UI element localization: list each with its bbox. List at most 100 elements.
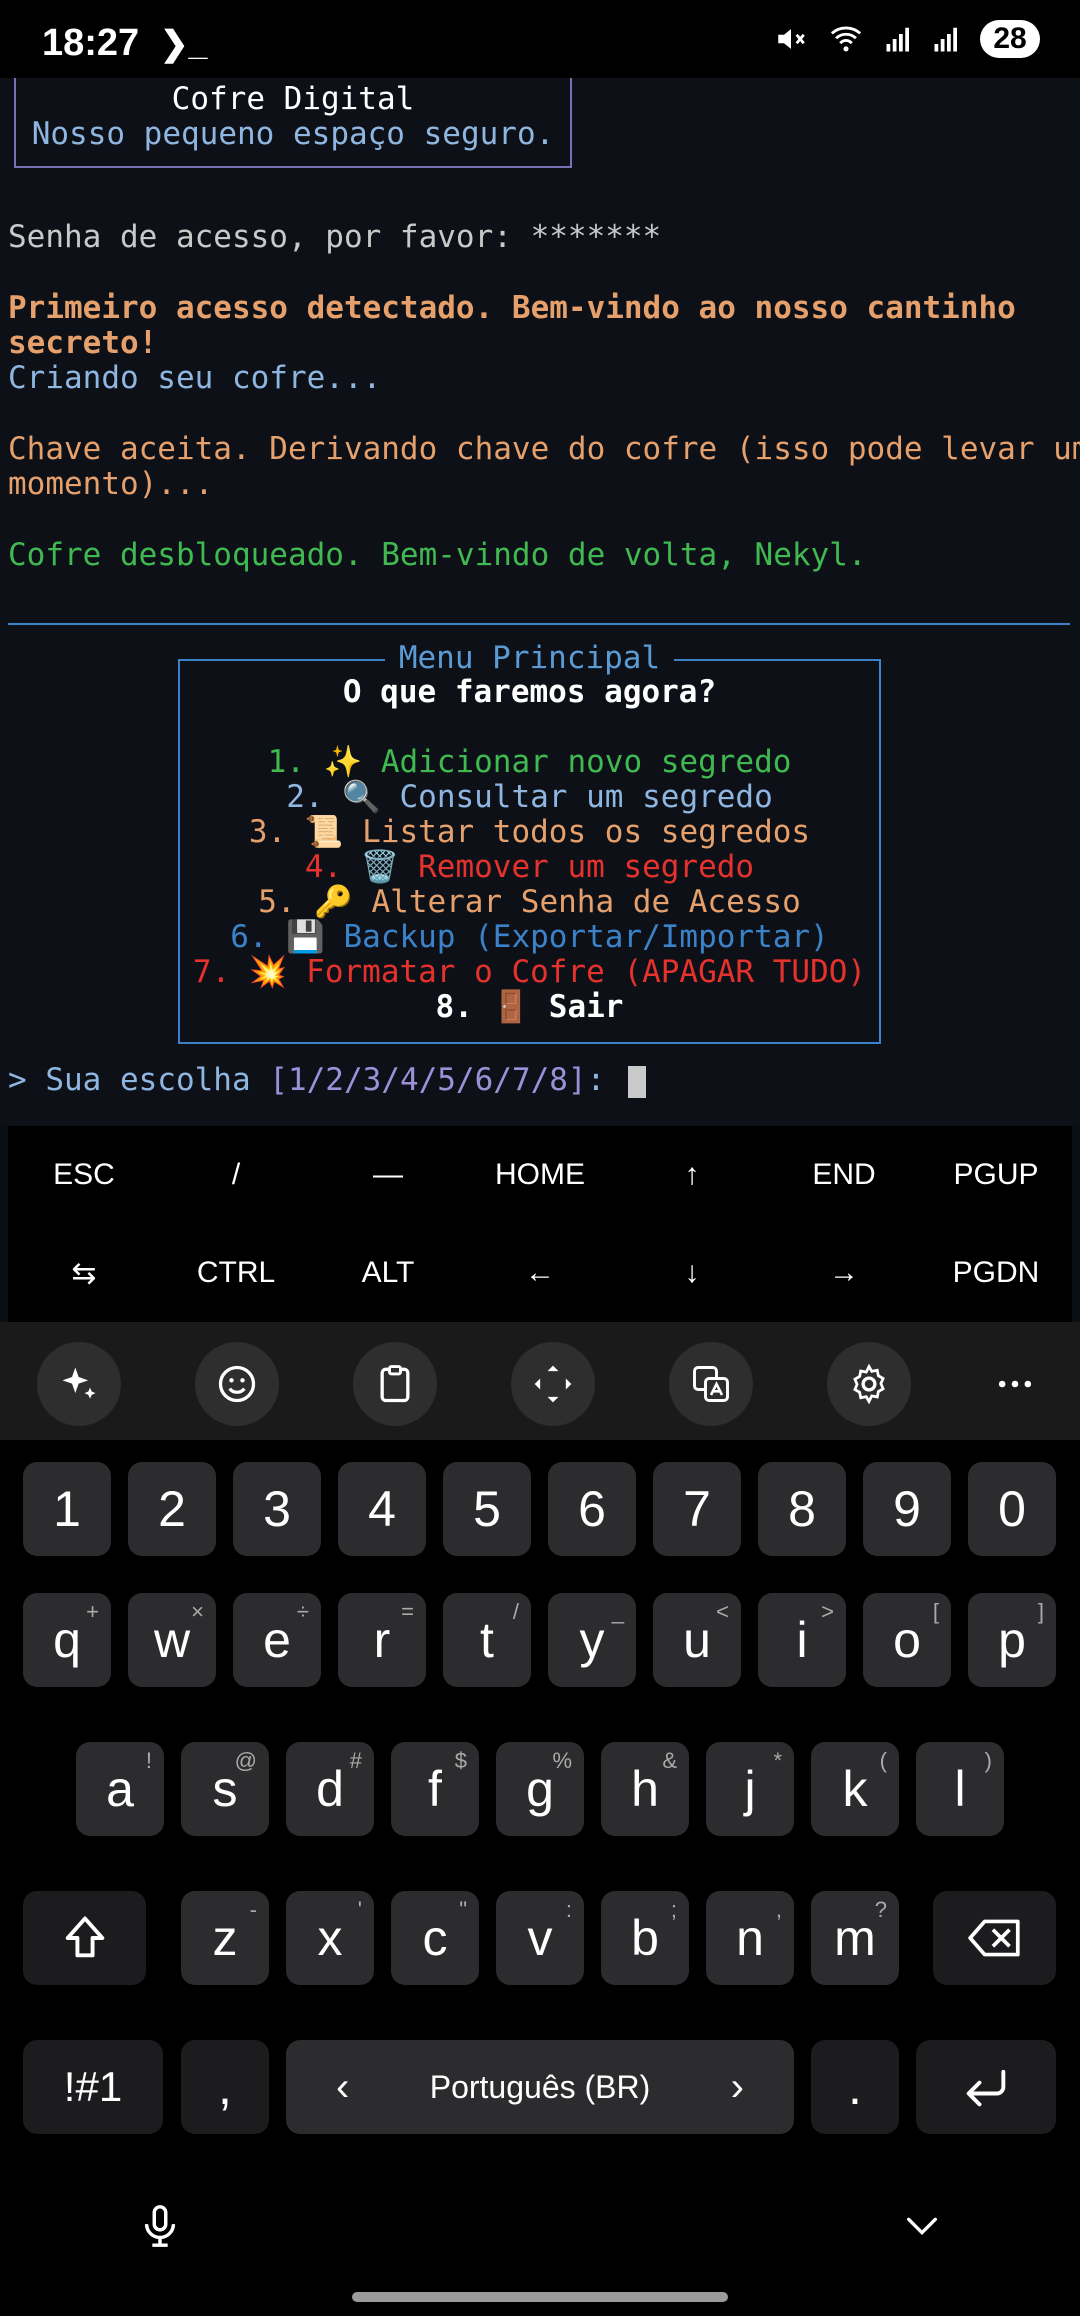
main-menu: Menu Principal O que faremos agora? 1. ✨… <box>178 640 881 1044</box>
key-m[interactable]: m? <box>811 1891 899 1985</box>
space-key[interactable]: ‹ Português (BR) › <box>286 2040 794 2134</box>
space-key-label: Português (BR) <box>429 2068 651 2105</box>
terminal-output[interactable]: Cofre Digital Nosso pequeno espaço segur… <box>0 78 1080 1126</box>
key-1[interactable]: 1 <box>23 1462 111 1556</box>
period-key[interactable]: . <box>811 2040 899 2134</box>
key-i[interactable]: i > <box>758 1593 846 1687</box>
translate-button[interactable] <box>669 1342 753 1426</box>
settings-button[interactable] <box>827 1342 911 1426</box>
home-indicator[interactable] <box>352 2292 728 2302</box>
first-access-line-1: Primeiro acesso detectado. Bem-vindo ao … <box>8 290 1016 326</box>
key-8[interactable]: 8 <box>758 1462 846 1556</box>
key-h[interactable]: h & <box>601 1742 689 1836</box>
key-9[interactable]: 9 <box>863 1462 951 1556</box>
key-tab[interactable]: ⇆ <box>8 1224 160 1322</box>
key-u[interactable]: u < <box>653 1593 741 1687</box>
key-down[interactable]: ↓ <box>616 1224 768 1322</box>
key-e[interactable]: e ÷ <box>233 1593 321 1687</box>
choice-prompt[interactable]: > Sua escolha [1/2/3/4/5/6/7/8]: <box>8 1063 646 1098</box>
key-o[interactable]: o[ <box>863 1593 951 1687</box>
key-alt[interactable]: ALT <box>312 1224 464 1322</box>
keyboard-toolbar <box>0 1322 1080 1440</box>
key-5[interactable]: 5 <box>443 1462 531 1556</box>
battery-indicator: 28 <box>980 20 1040 58</box>
key-accepted-line-2: momento)... <box>8 466 214 502</box>
key-esc[interactable]: ESC <box>8 1126 160 1224</box>
menu-item-remove: 4. 🗑️ Remover um segredo <box>304 849 755 885</box>
menu-subtitle: O que faremos agora? <box>342 674 717 710</box>
key-z[interactable]: z- <box>181 1891 269 1985</box>
key-ctrl[interactable]: CTRL <box>160 1224 312 1322</box>
key-pgup[interactable]: PGUP <box>920 1126 1072 1224</box>
comma-key[interactable]: , <box>181 2040 269 2134</box>
ai-tools-button[interactable] <box>37 1342 121 1426</box>
key-end[interactable]: END <box>768 1126 920 1224</box>
key-l[interactable]: l) <box>916 1742 1004 1836</box>
unlocked-line: Cofre desbloqueado. Bem-vindo de volta, … <box>8 537 867 573</box>
key-v[interactable]: v: <box>496 1891 584 1985</box>
key-q[interactable]: q + <box>23 1593 111 1687</box>
divider <box>8 623 1070 625</box>
key-b[interactable]: b; <box>601 1891 689 1985</box>
key-0[interactable]: 0 <box>968 1462 1056 1556</box>
key-t[interactable]: t / <box>443 1593 531 1687</box>
terminal-app-icon: ❯_ <box>160 25 208 63</box>
signal-icon <box>934 27 957 52</box>
key-d[interactable]: d # <box>286 1742 374 1836</box>
translate-icon <box>693 1366 729 1402</box>
key-x[interactable]: x ' <box>286 1891 374 1985</box>
menu-item-consult: 2. 🔍 Consultar um segredo <box>286 779 773 815</box>
menu-item-backup: 6. 💾 Backup (Exportar/Importar) <box>230 919 829 955</box>
menu-item-format: 7. 💥 Formatar o Cofre (APAGAR TUDO) <box>192 954 867 990</box>
key-c[interactable]: c " <box>391 1891 479 1985</box>
emoji-icon <box>218 1365 256 1403</box>
clipboard-button[interactable] <box>353 1342 437 1426</box>
key-p[interactable]: p] <box>968 1593 1056 1687</box>
sparkle-icon <box>62 1367 96 1399</box>
key-home[interactable]: HOME <box>464 1126 616 1224</box>
emoji-button[interactable] <box>195 1342 279 1426</box>
more-button[interactable] <box>973 1342 1057 1426</box>
enter-key[interactable] <box>916 2040 1056 2134</box>
menu-item-change-password: 5. 🔑 Alterar Senha de Acesso <box>258 884 801 920</box>
key-y[interactable]: y _ <box>548 1593 636 1687</box>
key-k[interactable]: k( <box>811 1742 899 1836</box>
key-6[interactable]: 6 <box>548 1462 636 1556</box>
key-r[interactable]: r = <box>338 1593 426 1687</box>
key-f[interactable]: f $ <box>391 1742 479 1836</box>
key-4[interactable]: 4 <box>338 1462 426 1556</box>
key-slash[interactable]: / <box>160 1126 312 1224</box>
key-s[interactable]: s @ <box>181 1742 269 1836</box>
symbols-key[interactable]: !#1 <box>23 2040 163 2134</box>
key-3[interactable]: 3 <box>233 1462 321 1556</box>
menu-item-exit: 8. 🚪 Sair <box>435 989 624 1025</box>
status-bar: 18:27 ❯_ 28 <box>0 0 1080 78</box>
key-2[interactable]: 2 <box>128 1462 216 1556</box>
key-g[interactable]: g% <box>496 1742 584 1836</box>
key-left[interactable]: ← <box>464 1224 616 1322</box>
clipboard-icon <box>380 1365 410 1403</box>
key-up[interactable]: ↑ <box>616 1126 768 1224</box>
extra-keys-bar: ESC / — HOME ↑ END PGUP ⇆ CTRL ALT ← ↓ →… <box>8 1126 1072 1322</box>
menu-item-add: 1. ✨ Adicionar novo segredo <box>267 744 792 780</box>
status-icons: 28 <box>774 20 1040 58</box>
key-right[interactable]: → <box>768 1224 920 1322</box>
key-w[interactable]: w × <box>128 1593 216 1687</box>
shift-key[interactable] <box>23 1891 146 1985</box>
signal-icon <box>886 27 909 52</box>
key-a[interactable]: a! <box>76 1742 164 1836</box>
key-pgdn[interactable]: PGDN <box>920 1224 1072 1322</box>
key-7[interactable]: 7 <box>653 1462 741 1556</box>
voice-input-button[interactable] <box>130 2196 190 2256</box>
key-dash[interactable]: — <box>312 1126 464 1224</box>
keyboard: 1 2 3 4 5 6 7 8 9 0 q + w × e ÷ r = t / y _ u <… <box>0 1440 1080 2166</box>
key-j[interactable]: j * <box>706 1742 794 1836</box>
backspace-key[interactable] <box>933 1891 1056 1985</box>
chevron-down-icon <box>907 2217 937 2236</box>
header-box: Cofre Digital Nosso pequeno espaço segur… <box>14 78 572 168</box>
text-editing-button[interactable] <box>511 1342 595 1426</box>
key-n[interactable]: n, <box>706 1891 794 1985</box>
text-cursor <box>627 1065 646 1098</box>
hide-keyboard-button[interactable] <box>892 2196 952 2256</box>
menu-title: Menu Principal <box>180 640 879 676</box>
